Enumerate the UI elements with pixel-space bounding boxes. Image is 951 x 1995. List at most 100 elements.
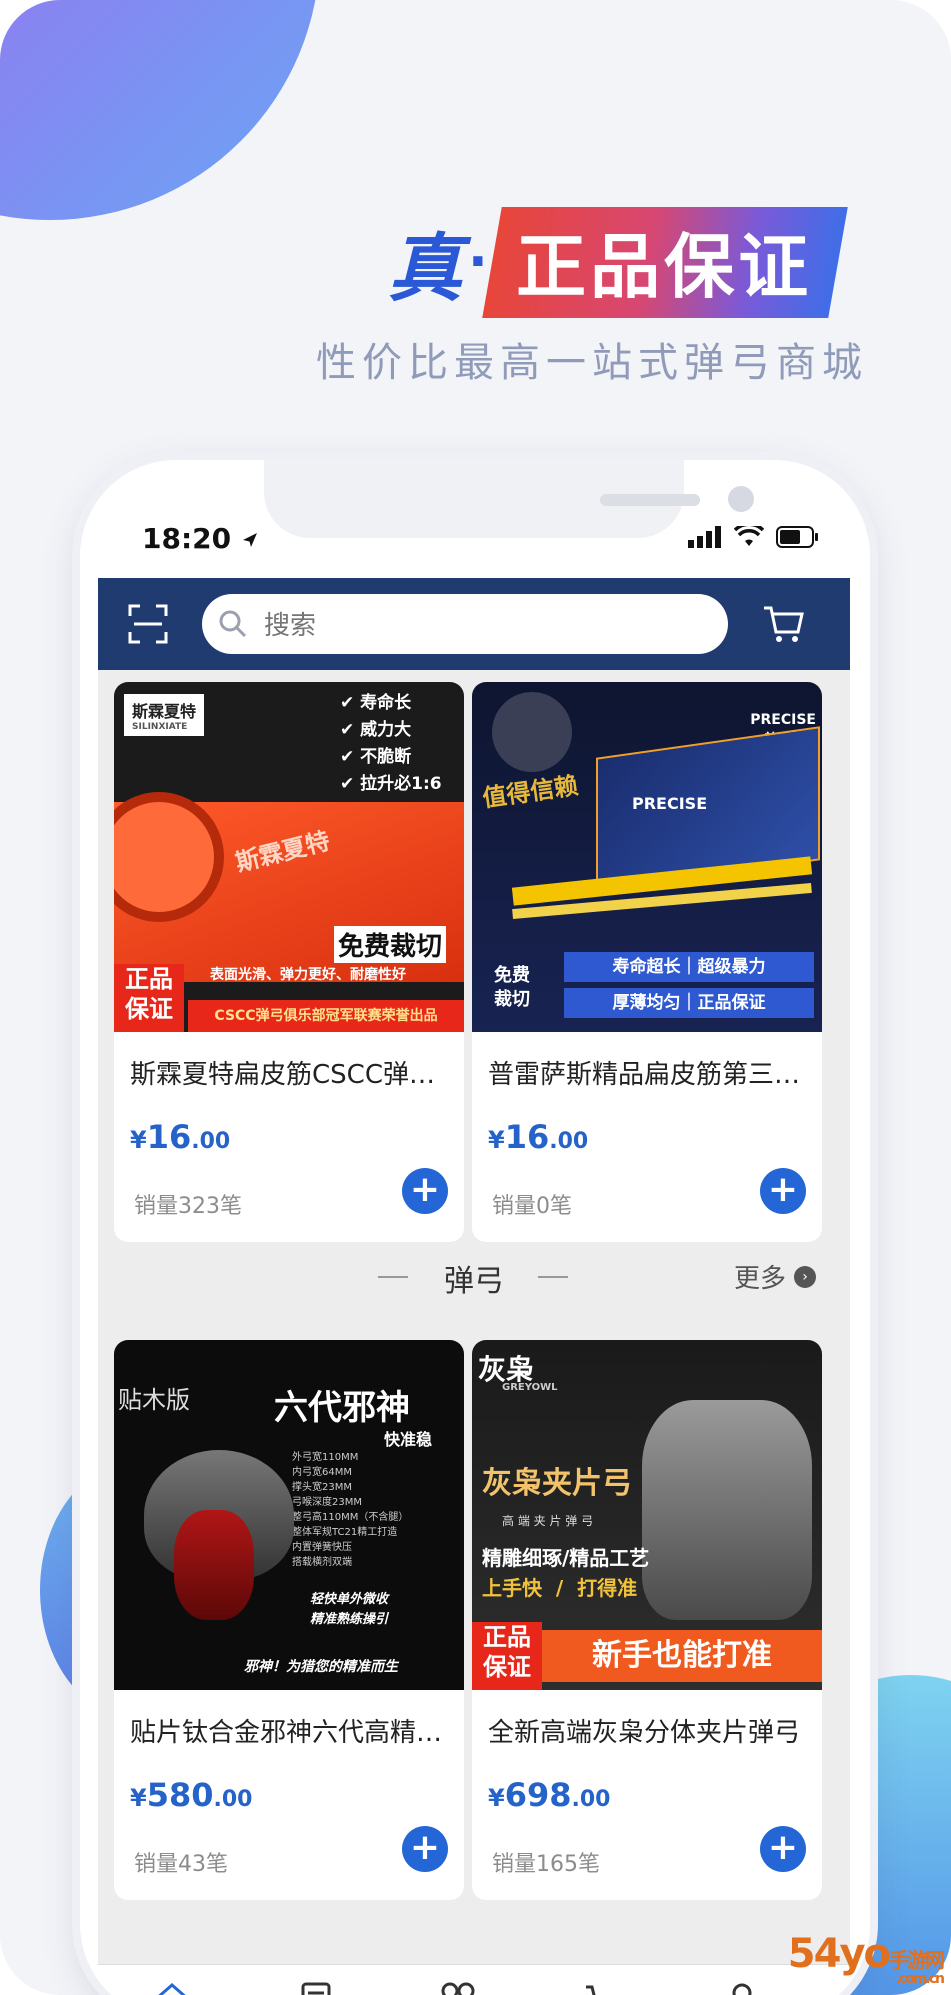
cart-tab-icon[interactable] <box>582 1979 622 1995</box>
signal-icon <box>688 526 721 548</box>
chevron-right-icon: › <box>794 1265 816 1288</box>
feature-item: 威力大 <box>360 720 412 740</box>
image-bottom-text: 邪神！为猎您的精准而生 <box>244 1659 398 1675</box>
more-link[interactable]: 更多 › <box>734 1258 816 1295</box>
more-label: 更多 <box>733 1264 786 1294</box>
feature-line-2: 厚薄均匀｜正品保证 <box>564 988 814 1018</box>
feature-line-1: 寿命超长｜超级暴力 <box>564 952 814 982</box>
script-line-1: 轻快单外微收 <box>310 1592 389 1607</box>
wifi-icon <box>734 526 764 546</box>
product-title[interactable]: 普雷萨斯精品扁皮筋第三代高弹耐用 <box>488 1054 808 1091</box>
add-to-cart-button[interactable]: + <box>402 1168 448 1214</box>
price-decimal: .00 <box>213 1787 253 1812</box>
phone-mockup: 18:20 斯霖夏特 斯霖夏特 <box>80 460 870 1995</box>
slingshot-grip-graphic <box>174 1510 254 1620</box>
hero-title-dot: · <box>468 232 488 292</box>
product-image-precise: PRECISE 普雷萨斯 值得信赖 PRECISE 免费 裁切 寿命超长｜超级暴… <box>472 682 822 1032</box>
box-label: PRECISE <box>632 794 708 813</box>
product-desc-line: 表面光滑、弹力更好、耐磨性好 <box>210 967 406 983</box>
product-sales: 销量0笔 <box>492 1194 572 1219</box>
image-line-1: 精雕细琢/精品工艺 <box>482 1546 650 1570</box>
hero-title-prefix: 真 <box>388 225 464 312</box>
spec-item: 搭载横剂双端 <box>292 1557 352 1568</box>
add-to-cart-button[interactable]: + <box>402 1826 448 1872</box>
status-time: 18:20 <box>142 522 259 555</box>
product-card[interactable]: 贴木版 六代邪神 快准稳 外弓宽110MM 内弓宽64MM 撑头宽23MM 弓喉… <box>114 1340 464 1900</box>
profile-icon[interactable] <box>722 1979 762 1995</box>
price-symbol: ¥ <box>488 1784 505 1812</box>
price-integer: 698 <box>504 1776 572 1814</box>
promo-card-background: 真 · 正品保证 性价比最高一站式弹弓商城 18:20 搜索 斯霖夏特 斯霖夏特… <box>0 0 951 1995</box>
phone-notch <box>264 460 754 538</box>
location-icon <box>242 533 257 547</box>
price-integer: 16 <box>504 1118 550 1156</box>
product-image-xieshen: 贴木版 六代邪神 快准稳 外弓宽110MM 内弓宽64MM 撑头宽23MM 弓喉… <box>114 1340 464 1690</box>
free-cut-label: 免费 裁切 <box>494 965 530 1010</box>
handwriting-text: 值得信赖 <box>480 770 580 813</box>
precise-brand: PRECISE <box>750 712 816 728</box>
price-decimal: .00 <box>549 1129 589 1154</box>
product-sales: 销量43笔 <box>134 1852 228 1877</box>
spec-item: 撑头宽23MM <box>292 1482 352 1493</box>
search-icon <box>219 610 247 638</box>
category-icon[interactable] <box>438 1979 478 1995</box>
feature-item: 不脆断 <box>360 747 412 767</box>
decorative-blob-top-left <box>0 0 320 220</box>
product-price: ¥698.00 <box>488 1776 610 1814</box>
price-integer: 16 <box>146 1118 192 1156</box>
spec-item: 外弓宽110MM <box>292 1452 359 1463</box>
search-input[interactable] <box>262 604 706 646</box>
brand-name-en: SILINXIATE <box>132 722 188 732</box>
watermark-text: 54yo <box>787 1931 891 1977</box>
product-card[interactable]: PRECISE 普雷萨斯 值得信赖 PRECISE 免费 裁切 寿命超长｜超级暴… <box>472 682 822 1242</box>
speaker <box>600 494 700 506</box>
section-header-slingshot: 弹弓 更多 › <box>98 1230 850 1320</box>
search-bar[interactable] <box>202 594 728 654</box>
hero-badge-text: 正品保证 <box>515 225 812 308</box>
hero-title-badge: 正品保证 <box>481 206 848 318</box>
cart-icon[interactable] <box>762 602 806 646</box>
brand-name: 斯霖夏特 <box>132 702 197 721</box>
add-to-cart-button[interactable]: + <box>760 1826 806 1872</box>
feature-item: 寿命长 <box>360 693 412 713</box>
home-icon[interactable] <box>152 1979 192 1995</box>
price-symbol: ¥ <box>130 1126 147 1154</box>
authentic-badge: 正品 保证 <box>472 1622 542 1690</box>
product-sales: 销量323笔 <box>134 1194 242 1219</box>
status-icons <box>688 526 820 548</box>
camera <box>728 486 754 512</box>
add-to-cart-button[interactable]: + <box>760 1168 806 1214</box>
product-title[interactable]: 全新高端灰枭分体夹片弹弓 <box>488 1712 808 1749</box>
hero-title: 真 · 正品保证 <box>388 206 848 318</box>
product-price: ¥580.00 <box>130 1776 252 1814</box>
product-title[interactable]: 斯霖夏特扁皮筋CSCC弹弓俱乐部冠军联赛荣誉出品 <box>130 1054 450 1091</box>
price-symbol: ¥ <box>488 1126 505 1154</box>
image-footer-banner: CSCC弹弓俱乐部冠军联赛荣誉出品 <box>188 1000 464 1032</box>
hero-subtitle: 性价比最高一站式弹弓商城 <box>316 340 868 386</box>
product-card[interactable]: 灰枭 GREYOWL 灰枭夹片弓 高 端 夹 片 弹 弓 精雕细琢/精品工艺 上… <box>472 1340 822 1900</box>
product-card[interactable]: 斯霖夏特 斯霖夏特 SILINXIATE ✔ 寿命长 ✔ 威力大 ✔ 不脆断 ✔… <box>114 682 464 1242</box>
image-banner: 新手也能打准 <box>542 1630 822 1682</box>
spec-item: 整体军规TC21精工打造 <box>292 1527 398 1538</box>
spec-item: 整弓高110MM（不含腿） <box>292 1512 409 1523</box>
bottom-tab-bar <box>98 1964 850 1995</box>
person-photo <box>492 692 572 772</box>
brand-logo: 斯霖夏特 SILINXIATE <box>124 694 205 736</box>
price-decimal: .00 <box>191 1129 231 1154</box>
spec-list: 外弓宽110MM 内弓宽64MM 撑头宽23MM 弓喉深度23MM 整弓高110… <box>292 1450 408 1570</box>
section-dash-right <box>538 1276 568 1278</box>
feature-list: ✔ 寿命长 ✔ 威力大 ✔ 不脆断 ✔ 拉升必1:6 <box>340 693 442 794</box>
image-headline: 灰枭夹片弓 <box>482 1466 632 1501</box>
spec-item: 弓喉深度23MM <box>292 1497 362 1508</box>
list-icon[interactable] <box>296 1979 336 1995</box>
authentic-badge: 正品 保证 <box>114 964 184 1032</box>
slingshot-metal-graphic <box>642 1400 812 1620</box>
image-line-2: 上手快 / 打得准 <box>482 1576 638 1600</box>
scan-icon[interactable] <box>128 604 168 644</box>
script-line-2: 精准熟练操引 <box>310 1612 389 1627</box>
product-image-rubber-band: 斯霖夏特 斯霖夏特 SILINXIATE ✔ 寿命长 ✔ 威力大 ✔ 不脆断 ✔… <box>114 682 464 1032</box>
price-decimal: .00 <box>571 1787 611 1812</box>
product-image-greyowl: 灰枭 GREYOWL 灰枭夹片弓 高 端 夹 片 弹 弓 精雕细琢/精品工艺 上… <box>472 1340 822 1690</box>
product-title[interactable]: 贴片钛合金邪神六代高精准弹弓 <box>130 1712 450 1749</box>
watermark-sub: 手游网 <box>889 1948 945 1972</box>
